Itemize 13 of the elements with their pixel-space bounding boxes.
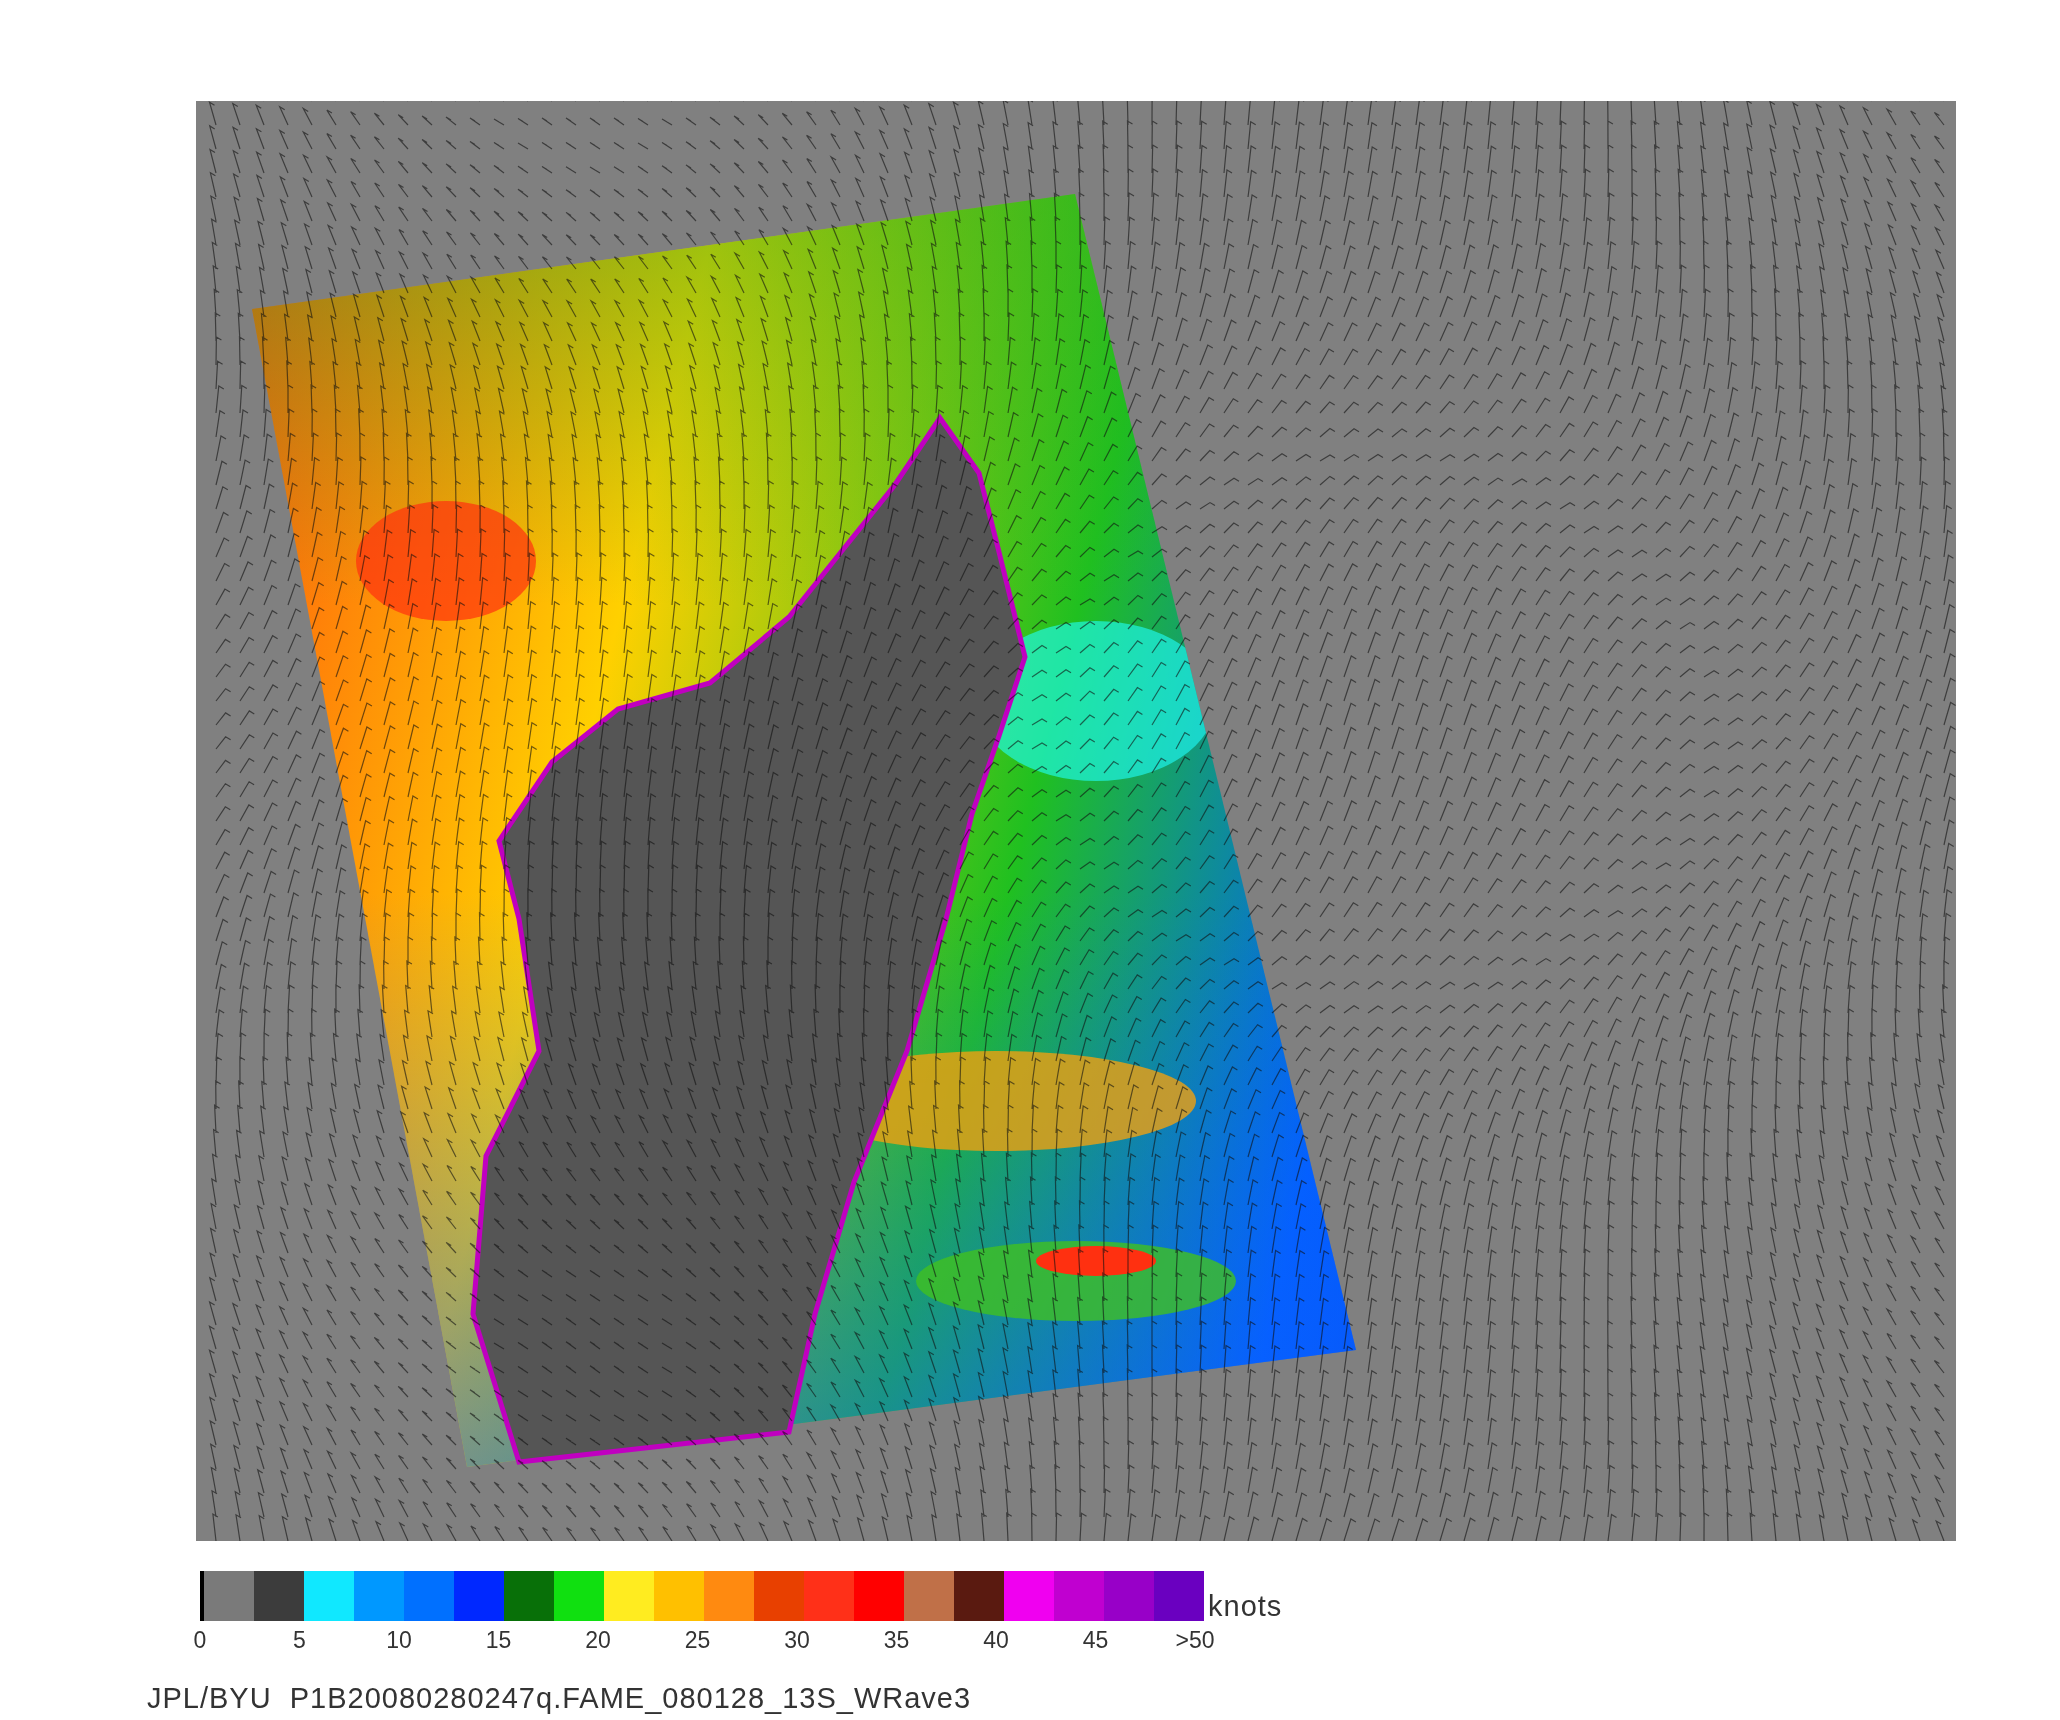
tick-label: 40 bbox=[983, 1627, 1009, 1654]
caption: JPL/BYU P1B20080280247q.FAME_080128_13S_WRave3 bbox=[147, 1682, 973, 1715]
tick-label: 45 bbox=[1082, 1627, 1109, 1654]
tick-label: 15 bbox=[485, 1627, 512, 1654]
tick-label: 25 bbox=[684, 1627, 711, 1654]
tick-label: >50 bbox=[1175, 1627, 1215, 1654]
tick-label: 35 bbox=[883, 1627, 910, 1654]
unit-label: knots bbox=[1208, 1592, 1283, 1621]
tick-label: 5 bbox=[293, 1627, 306, 1654]
tick-label: 0 bbox=[193, 1627, 207, 1654]
tick-label: 30 bbox=[784, 1627, 810, 1654]
tick-label: 10 bbox=[386, 1627, 412, 1654]
tick-label: 20 bbox=[585, 1627, 611, 1654]
